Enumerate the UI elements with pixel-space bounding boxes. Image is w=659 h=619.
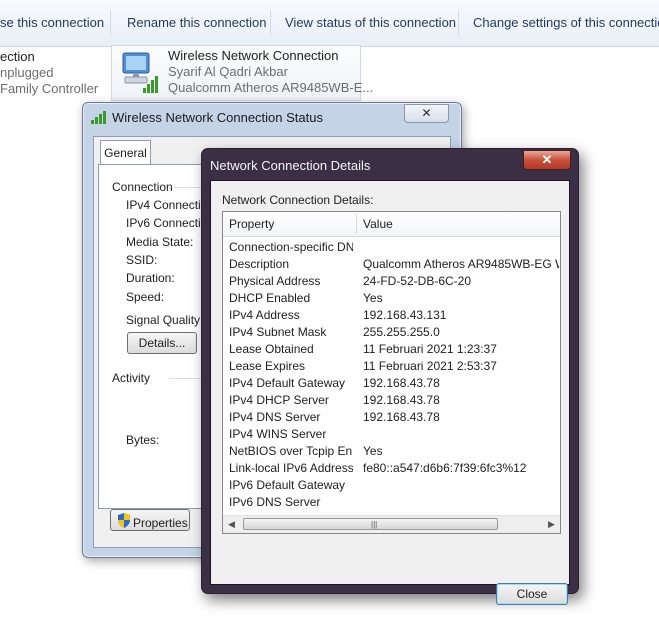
details-dialog-close-icon[interactable]: ✕ xyxy=(523,150,571,170)
table-row[interactable]: IPv4 Default Gateway 192.168.43.78 xyxy=(223,374,560,391)
bg-connection-status: nplugged xyxy=(0,65,54,80)
wireless-connection-adapter: Qualcomm Atheros AR9485WB-E... xyxy=(168,80,374,95)
group-divider xyxy=(174,187,204,188)
command-separator xyxy=(458,10,459,36)
table-row[interactable]: Physical Address 24-FD-52-DB-6C-20 xyxy=(223,272,560,289)
column-header-divider[interactable] xyxy=(356,214,357,234)
scroll-grip-icon: ||| xyxy=(371,520,378,529)
status-window-title: Wireless Network Connection Status xyxy=(112,110,323,125)
command-bar: se this connection Rename this connectio… xyxy=(0,0,659,47)
column-header-property[interactable]: Property xyxy=(229,217,274,231)
status-window-close-button[interactable]: ✕ xyxy=(404,104,449,123)
wireless-adapter-icon xyxy=(117,49,161,95)
property-cell: IPv4 Address xyxy=(229,308,300,322)
command-disable-connection[interactable]: se this connection xyxy=(0,15,104,30)
property-cell: IPv6 Default Gateway xyxy=(229,478,346,492)
table-row[interactable]: IPv4 Address 192.168.43.131 xyxy=(223,306,560,323)
table-row[interactable]: Description Qualcomm Atheros AR9485WB-EG … xyxy=(223,255,560,272)
scroll-thumb[interactable]: ||| xyxy=(243,518,498,530)
property-cell: IPv6 DNS Server xyxy=(229,495,321,509)
property-cell: Description xyxy=(229,257,290,271)
property-cell: IPv4 DNS Server xyxy=(229,410,321,424)
close-button[interactable]: Close xyxy=(496,583,568,605)
details-dialog-title: Network Connection Details xyxy=(210,158,371,173)
signal-quality-label: Signal Quality: xyxy=(126,313,204,327)
table-row[interactable]: IPv6 Default Gateway xyxy=(223,476,560,493)
command-rename-connection[interactable]: Rename this connection xyxy=(127,15,266,30)
value-cell: Qualcomm Atheros AR9485WB-EG Wirele xyxy=(363,257,559,271)
value-cell: 192.168.43.78 xyxy=(363,410,440,424)
bg-connection-name[interactable]: ection xyxy=(0,49,35,64)
value-cell: 192.168.43.131 xyxy=(363,308,447,322)
wireless-connection-item[interactable]: Wireless Network Connection Syarif Al Qa… xyxy=(111,45,373,101)
table-row[interactable]: DHCP Enabled Yes xyxy=(223,289,560,306)
value-cell: 24-FD-52-DB-6C-20 xyxy=(363,274,472,288)
value-cell: Yes xyxy=(363,444,383,458)
wireless-connection-name: Wireless Network Connection xyxy=(168,48,339,63)
property-cell: DHCP Enabled xyxy=(229,291,311,305)
wireless-connection-user: Syarif Al Qadri Akbar xyxy=(168,64,288,79)
property-cell: Lease Obtained xyxy=(229,342,314,356)
horizontal-scrollbar[interactable]: ◀ ||| ▶ xyxy=(223,515,560,533)
property-cell: Link-local IPv6 Address xyxy=(229,461,353,475)
details-list-header: Property Value xyxy=(223,212,560,237)
details-caption: Network Connection Details: xyxy=(222,193,374,207)
signal-icon xyxy=(91,111,107,127)
group-divider xyxy=(169,378,204,379)
property-cell: IPv4 DHCP Server xyxy=(229,393,329,407)
table-row[interactable]: IPv4 DHCP Server 192.168.43.78 xyxy=(223,391,560,408)
table-row[interactable]: Lease Obtained 11 Februari 2021 1:23:37 xyxy=(223,340,560,357)
table-row[interactable]: NetBIOS over Tcpip En... Yes xyxy=(223,442,560,459)
media-state-label: Media State: xyxy=(126,235,194,249)
table-row[interactable]: Lease Expires 11 Februari 2021 2:53:37 xyxy=(223,357,560,374)
bg-connection-adapter: Family Controller xyxy=(0,81,99,96)
value-cell: 11 Februari 2021 1:23:37 xyxy=(363,342,497,356)
details-button[interactable]: Details... xyxy=(127,332,197,354)
table-row[interactable]: IPv6 DNS Server xyxy=(223,493,560,510)
property-cell: IPv4 Default Gateway xyxy=(229,376,346,390)
properties-button[interactable]: Properties xyxy=(110,509,190,531)
value-cell: fe80::a547:d6b6:7f39:6fc3%12 xyxy=(363,461,527,475)
details-list[interactable]: Property Value Connection-specific DN...… xyxy=(222,211,561,534)
table-row[interactable]: IPv4 WINS Server xyxy=(223,425,560,442)
property-cell: NetBIOS over Tcpip En... xyxy=(229,444,353,458)
column-header-value[interactable]: Value xyxy=(363,217,393,231)
duration-label: Duration: xyxy=(126,271,175,285)
table-row[interactable]: IPv4 Subnet Mask 255.255.255.0 xyxy=(223,323,560,340)
property-cell: Connection-specific DN... xyxy=(229,240,353,254)
activity-heading: Activity xyxy=(112,371,151,385)
table-row[interactable]: Connection-specific DN... xyxy=(223,238,560,255)
value-cell: 11 Februari 2021 2:53:37 xyxy=(363,359,497,373)
property-cell: IPv4 Subnet Mask xyxy=(229,325,327,339)
property-cell: Lease Expires xyxy=(229,359,306,373)
command-change-settings[interactable]: Change settings of this connection xyxy=(473,15,659,30)
table-row[interactable]: Link-local IPv6 Address fe80::a547:d6b6:7… xyxy=(223,459,560,476)
scroll-right-icon[interactable]: ▶ xyxy=(548,519,555,530)
command-view-status[interactable]: View status of this connection xyxy=(285,15,456,30)
property-cell: IPv4 WINS Server xyxy=(229,427,327,441)
scroll-left-icon[interactable]: ◀ xyxy=(228,519,235,530)
connection-heading: Connection xyxy=(112,180,173,194)
value-cell: 192.168.43.78 xyxy=(363,393,440,407)
tab-general[interactable]: General xyxy=(100,140,151,165)
command-separator xyxy=(270,10,271,36)
command-separator xyxy=(110,10,111,36)
bytes-label: Bytes: xyxy=(126,433,160,447)
property-cell: Physical Address xyxy=(229,274,321,288)
value-cell: 192.168.43.78 xyxy=(363,376,440,390)
properties-button-label: Properties xyxy=(133,516,188,530)
table-row[interactable]: IPv4 DNS Server 192.168.43.78 xyxy=(223,408,560,425)
ssid-label: SSID: xyxy=(126,253,158,267)
value-cell: Yes xyxy=(363,291,383,305)
ipv6-connectivity-label: IPv6 Connectivi xyxy=(126,216,210,230)
speed-label: Speed: xyxy=(126,290,165,304)
value-cell: 255.255.255.0 xyxy=(363,325,440,339)
ipv4-connectivity-label: IPv4 Connectivi xyxy=(126,198,210,212)
details-dialog-body: Network Connection Details: Property Val… xyxy=(210,180,570,605)
details-dialog: Network Connection Details ✕ Network Con… xyxy=(201,148,579,605)
shield-icon xyxy=(117,513,131,534)
